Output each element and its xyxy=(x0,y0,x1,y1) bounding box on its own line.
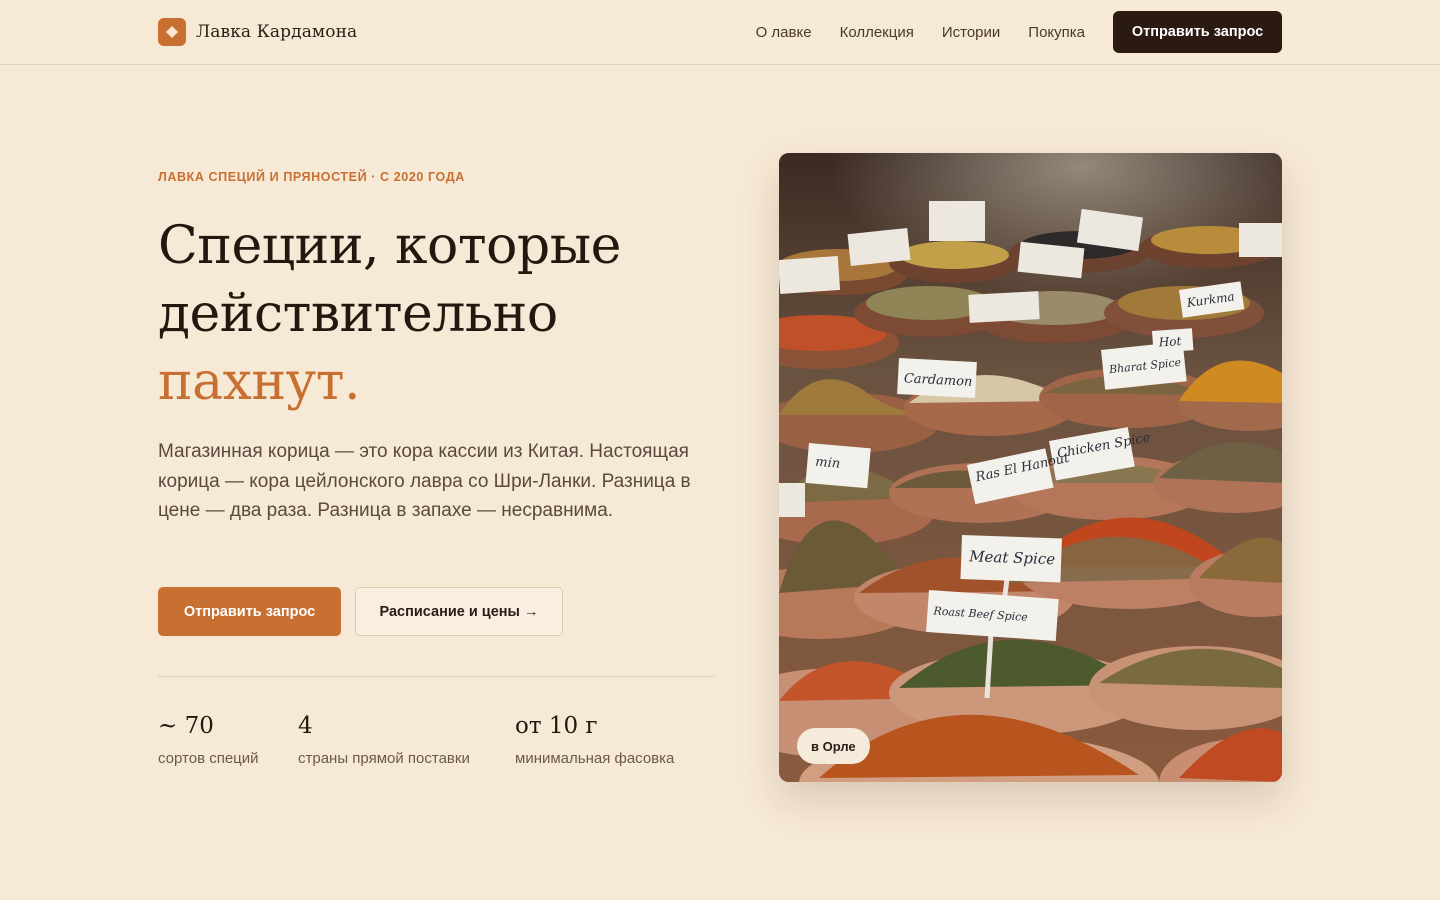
stat-min-pack: от 10 г минимальная фасовка xyxy=(515,708,674,767)
spice-market-photo: Cardamon Chicken Spice Ras El Hanout Mea… xyxy=(779,153,1282,782)
stat-value: от 10 г xyxy=(515,713,598,739)
stat-value: 4 xyxy=(298,713,313,739)
main-nav: О лавке Коллекция Истории Покупка xyxy=(756,0,1085,64)
stat-value: ~ 70 xyxy=(158,713,214,739)
header-request-button[interactable]: Отправить запрос xyxy=(1113,11,1282,53)
location-badge: в Орле xyxy=(797,728,870,764)
tag-cumin: min xyxy=(815,455,841,472)
stat-label: страны прямой поставки xyxy=(298,750,470,767)
nav-item-about[interactable]: О лавке xyxy=(756,24,812,41)
tag-meat-spice: Meat Spice xyxy=(968,547,1056,568)
nav-item-collection[interactable]: Коллекция xyxy=(840,24,914,41)
brand-logo[interactable]: Лавка Кардамона xyxy=(158,18,357,46)
nav-item-stories[interactable]: Истории xyxy=(942,24,1000,41)
spice-market-illustration: Cardamon Chicken Spice Ras El Hanout Mea… xyxy=(779,153,1282,782)
request-button[interactable]: Отправить запрос xyxy=(158,587,341,636)
brand-name: Лавка Кардамона xyxy=(196,22,358,42)
stat-label: сортов специй xyxy=(158,750,259,767)
stat-countries: 4 страны прямой поставки xyxy=(298,708,470,767)
stat-label: минимальная фасовка xyxy=(515,750,675,767)
nav-item-purchase[interactable]: Покупка xyxy=(1028,24,1085,41)
headline-accent: пахнут. xyxy=(158,352,361,412)
tag-hot: Hot xyxy=(1157,334,1182,350)
diamond-icon xyxy=(158,18,186,46)
hero-lead: Магазинная корица — это кора кассии из К… xyxy=(158,441,691,521)
hero-headline: Специи, которые действительно пахнут. xyxy=(158,212,718,416)
hero-eyebrow: ЛАВКА СПЕЦИЙ И ПРЯНОСТЕЙ · С 2020 ГОДА xyxy=(158,170,465,184)
site-header: Лавка Кардамона О лавке Коллекция Истори… xyxy=(0,0,1440,65)
stat-varieties: ~ 70 сортов специй xyxy=(158,708,259,767)
headline-line-1: Специи, которые xyxy=(158,216,621,276)
headline-line-2: действительно xyxy=(158,284,558,344)
stats-divider xyxy=(158,676,715,677)
schedule-prices-button[interactable]: Расписание и цены → xyxy=(355,587,563,636)
